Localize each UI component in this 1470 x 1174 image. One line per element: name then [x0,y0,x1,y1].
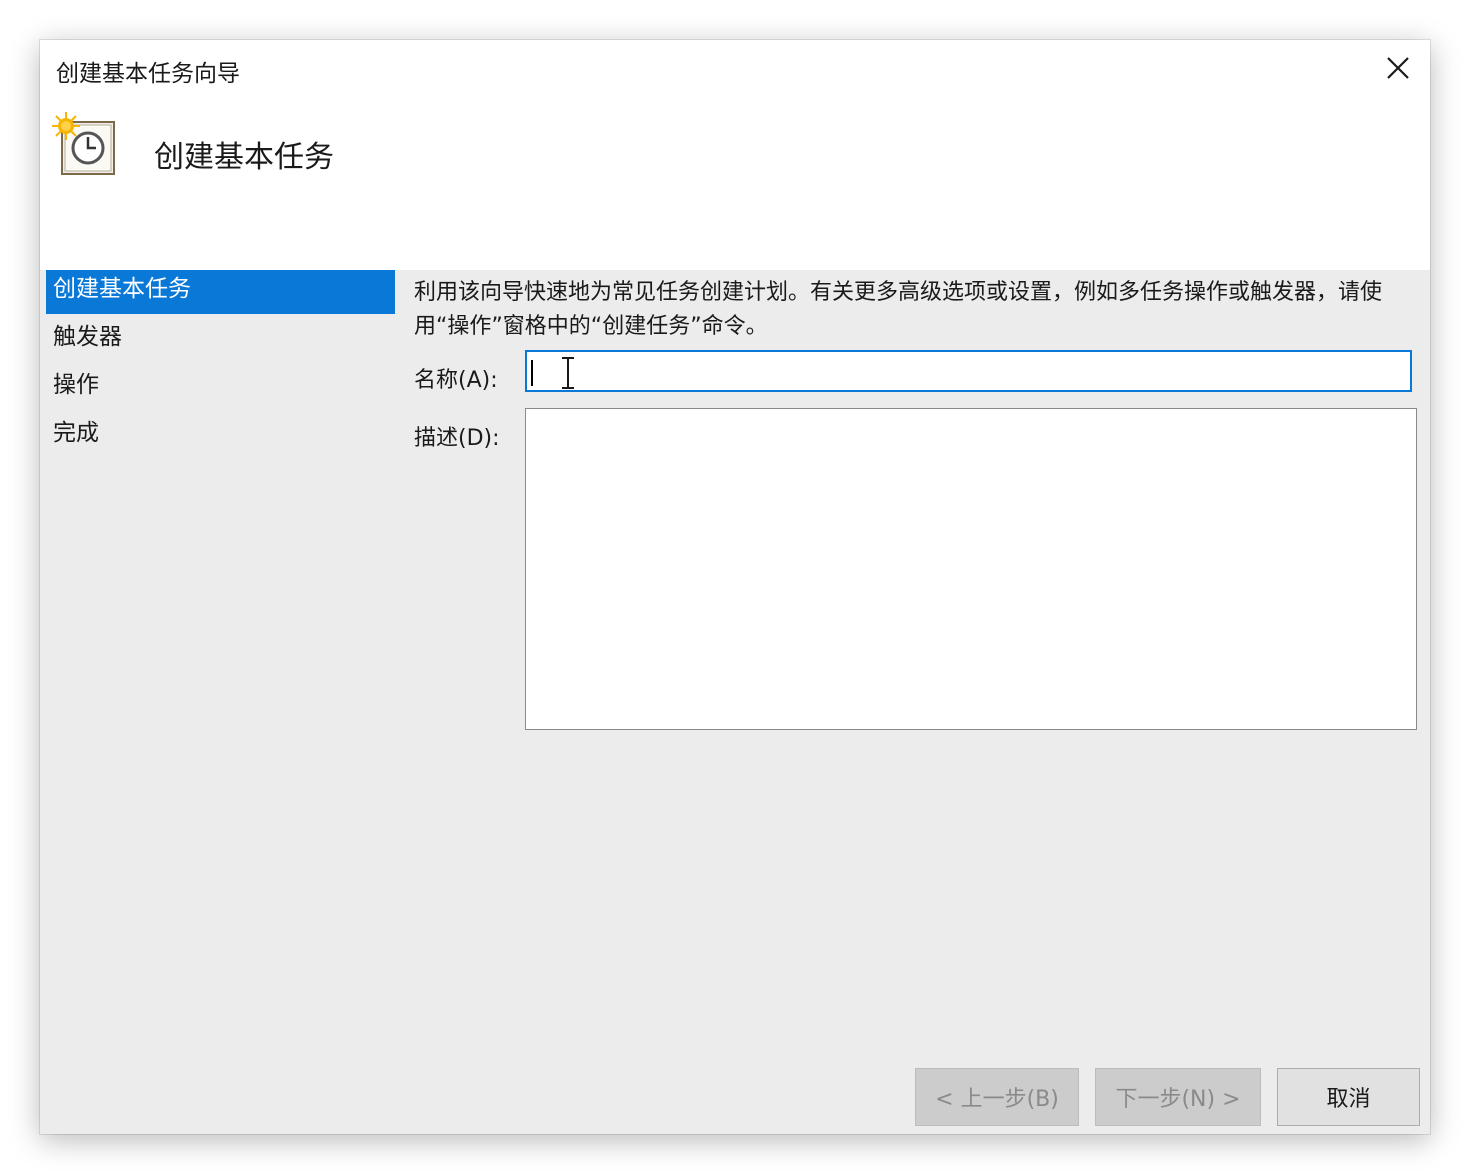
description-textarea[interactable] [525,408,1417,730]
create-basic-task-wizard-window: 创建基本任务向导 创建基本任务 创建基本任务 触发器 操作 完成 利用该向导快速… [40,40,1430,1134]
wizard-content: 利用该向导快速地为常见任务创建计划。有关更多高级选项或设置，例如多任务操作或触发… [414,276,1420,344]
wizard-steps-list: 创建基本任务 触发器 操作 完成 [46,270,395,462]
window-title: 创建基本任务向导 [56,61,240,87]
task-scheduler-clock-icon [52,112,115,175]
name-input[interactable] [525,350,1412,392]
text-ibeam-cursor-icon [562,357,574,389]
close-icon [1387,57,1409,79]
title-bar: 创建基本任务向导 [40,40,1430,100]
step-create-basic-task[interactable]: 创建基本任务 [46,270,395,314]
name-label: 名称(A): [414,368,498,393]
header-title: 创建基本任务 [154,140,334,175]
step-trigger[interactable]: 触发器 [46,318,395,362]
text-caret [531,360,533,386]
wizard-header: 创建基本任务 [40,100,1430,270]
next-button[interactable]: 下一步(N) > [1095,1068,1261,1126]
cancel-button[interactable]: 取消 [1277,1068,1420,1126]
step-finish[interactable]: 完成 [46,414,395,458]
description-label: 描述(D): [414,426,500,451]
step-action[interactable]: 操作 [46,366,395,410]
intro-text: 利用该向导快速地为常见任务创建计划。有关更多高级选项或设置，例如多任务操作或触发… [414,280,1383,339]
back-button[interactable]: < 上一步(B) [915,1068,1079,1126]
close-button[interactable] [1378,48,1418,88]
